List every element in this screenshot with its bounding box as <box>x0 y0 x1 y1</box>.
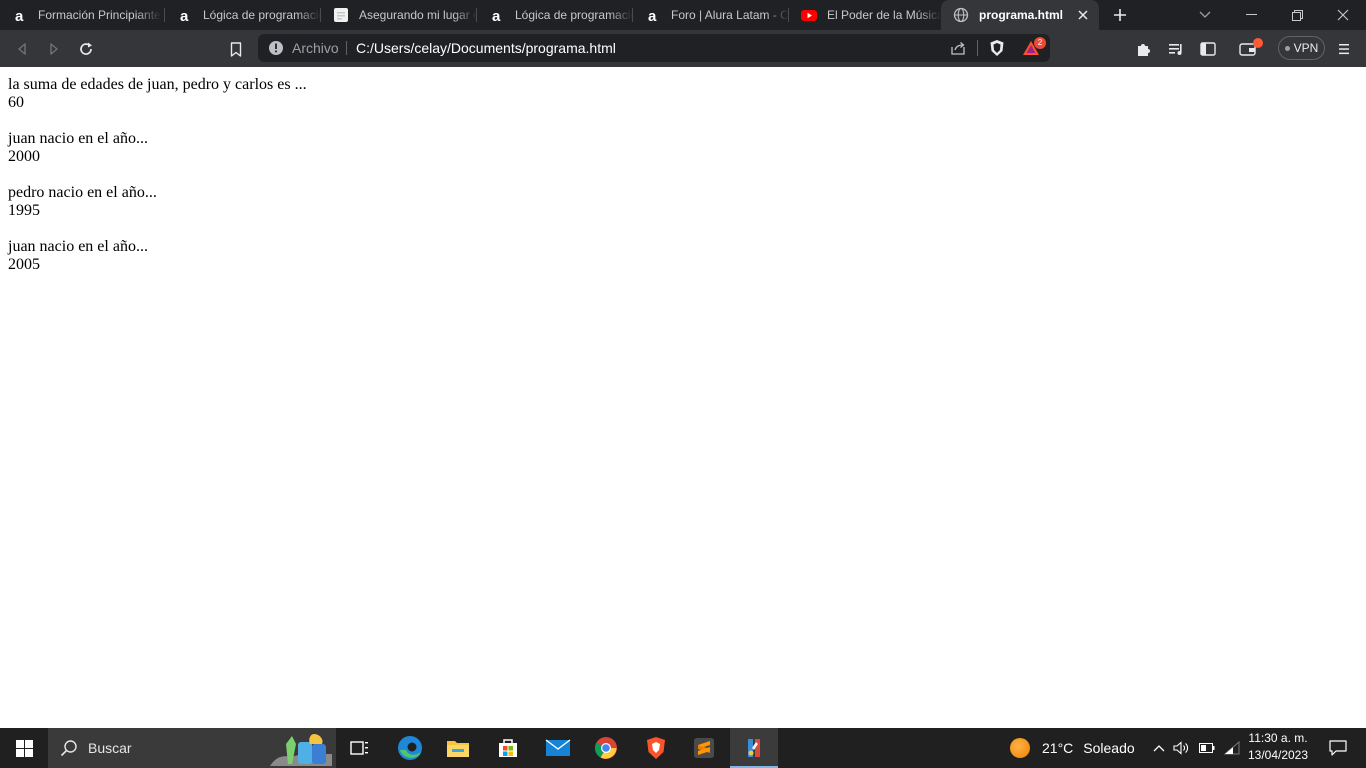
volume-icon[interactable] <box>1172 739 1190 757</box>
output-block: la suma de edades de juan, pedro y carlo… <box>8 76 307 112</box>
taskbar-search-box[interactable]: Buscar <box>48 728 336 768</box>
tab-label: El Poder de la Música en <box>827 8 941 22</box>
output-label: juan nacio en el año... <box>8 238 148 255</box>
address-bar[interactable]: Archivo C:/Users/celay/Documents/program… <box>258 34 1050 62</box>
reload-button[interactable] <box>73 36 99 62</box>
brave-browser-icon[interactable] <box>632 728 680 768</box>
address-divider <box>977 40 978 56</box>
output-value: 60 <box>8 94 24 111</box>
output-label: pedro nacio en el año... <box>8 184 157 201</box>
minimize-button[interactable] <box>1228 0 1274 30</box>
extensions-puzzle-icon[interactable] <box>1131 36 1157 62</box>
output-value: 1995 <box>8 202 40 219</box>
tab-asegurando-mi-lugar[interactable]: Asegurando mi lugar en <box>321 0 477 30</box>
chrome-icon[interactable] <box>582 728 630 768</box>
search-highlight-illustration-icon <box>270 734 332 766</box>
output-block: juan nacio en el año... 2000 <box>8 130 307 166</box>
weather-condition: Soleado <box>1083 740 1135 756</box>
tab-label: Formación Principiante <box>38 8 161 22</box>
tab-label: Foro | Alura Latam - Cu <box>671 8 789 22</box>
youtube-icon <box>801 7 817 23</box>
output-label: la suma de edades de juan, pedro y carlo… <box>8 76 307 93</box>
new-tab-button[interactable] <box>1110 5 1130 25</box>
rewards-badge: 2 <box>1034 37 1046 49</box>
globe-icon <box>953 7 969 23</box>
task-view-icon[interactable] <box>336 728 384 768</box>
output-value: 2005 <box>8 256 40 273</box>
search-placeholder: Buscar <box>88 740 132 756</box>
vpn-status-dot <box>1284 45 1290 51</box>
browser-toolbar: Archivo C:/Users/celay/Documents/program… <box>0 30 1366 67</box>
output-block: juan nacio en el año... 2005 <box>8 238 307 274</box>
bookmark-icon[interactable] <box>223 36 249 62</box>
battery-icon[interactable] <box>1198 739 1216 757</box>
chevron-up-icon[interactable] <box>1150 739 1168 757</box>
weather-temperature: 21°C <box>1042 740 1074 756</box>
output-value: 2000 <box>8 148 40 165</box>
tab-programa-html[interactable]: programa.html <box>941 0 1099 30</box>
info-icon[interactable] <box>268 40 284 56</box>
restore-button[interactable] <box>1274 0 1320 30</box>
paint-icon[interactable] <box>730 728 778 768</box>
address-divider <box>346 41 347 55</box>
tab-search-chevron-icon[interactable] <box>1182 0 1228 30</box>
notification-center-icon[interactable] <box>1318 728 1358 768</box>
sidebar-toggle-icon[interactable] <box>1195 36 1221 62</box>
playlist-icon[interactable] <box>1163 36 1189 62</box>
close-icon[interactable] <box>1075 7 1091 23</box>
tab-label: Lógica de programación <box>515 8 633 22</box>
back-button[interactable] <box>9 36 35 62</box>
tab-logica-programacion-2[interactable]: a Lógica de programación <box>477 0 633 30</box>
weather-widget[interactable]: 21°C Soleado <box>1010 728 1135 768</box>
tab-foro-alura[interactable]: a Foro | Alura Latam - Cu <box>633 0 789 30</box>
share-icon[interactable] <box>950 40 966 56</box>
clock-date: 13/04/2023 <box>1247 748 1309 762</box>
sun-icon <box>1010 738 1030 758</box>
tab-youtube-musica[interactable]: El Poder de la Música en <box>789 0 941 30</box>
svg-text:a: a <box>648 8 657 23</box>
windows-logo-icon <box>15 739 33 757</box>
alura-icon: a <box>645 7 661 23</box>
address-scheme-label: Archivo <box>292 40 339 56</box>
menu-hamburger-icon[interactable] <box>1331 36 1357 62</box>
alura-icon: a <box>12 7 28 23</box>
address-url[interactable]: C:/Users/celay/Documents/programa.html <box>356 34 616 62</box>
tab-formacion-principiante[interactable]: a Formación Principiante <box>0 0 165 30</box>
windows-taskbar: Buscar 21°C Soleado 11:30 a. m. 13/04/20… <box>0 728 1366 768</box>
file-explorer-icon[interactable] <box>434 728 482 768</box>
wifi-icon[interactable] <box>1223 739 1241 757</box>
microsoft-store-icon[interactable] <box>484 728 532 768</box>
mail-icon[interactable] <box>534 728 582 768</box>
system-clock[interactable]: 11:30 a. m. 13/04/2023 <box>1240 730 1316 766</box>
sublime-text-icon[interactable] <box>680 728 728 768</box>
page-content: la suma de edades de juan, pedro y carlo… <box>0 67 1366 728</box>
search-icon <box>60 740 77 757</box>
svg-text:a: a <box>180 8 189 23</box>
svg-text:a: a <box>15 8 24 23</box>
alura-icon: a <box>489 7 505 23</box>
page-output: la suma de edades de juan, pedro y carlo… <box>8 76 307 292</box>
alura-icon: a <box>177 7 193 23</box>
tab-label: Lógica de programación <box>203 8 321 22</box>
output-block: pedro nacio en el año... 1995 <box>8 184 307 220</box>
clock-time: 11:30 a. m. <box>1248 731 1308 745</box>
close-window-button[interactable] <box>1320 0 1366 30</box>
edge-icon[interactable] <box>386 728 434 768</box>
wallet-notification-dot <box>1253 38 1263 48</box>
document-icon <box>333 7 349 23</box>
start-button[interactable] <box>0 728 48 768</box>
tab-logica-programacion-1[interactable]: a Lógica de programación <box>165 0 321 30</box>
tab-label: programa.html <box>979 8 1064 22</box>
brave-shields-icon[interactable] <box>989 39 1005 57</box>
svg-text:a: a <box>492 8 501 23</box>
vpn-label: VPN <box>1293 41 1319 55</box>
tab-label: Asegurando mi lugar en <box>359 8 477 22</box>
vpn-button[interactable]: VPN <box>1278 36 1325 60</box>
tab-strip: a Formación Principiante a Lógica de pro… <box>0 0 1366 30</box>
forward-button[interactable] <box>41 36 67 62</box>
output-label: juan nacio en el año... <box>8 130 148 147</box>
